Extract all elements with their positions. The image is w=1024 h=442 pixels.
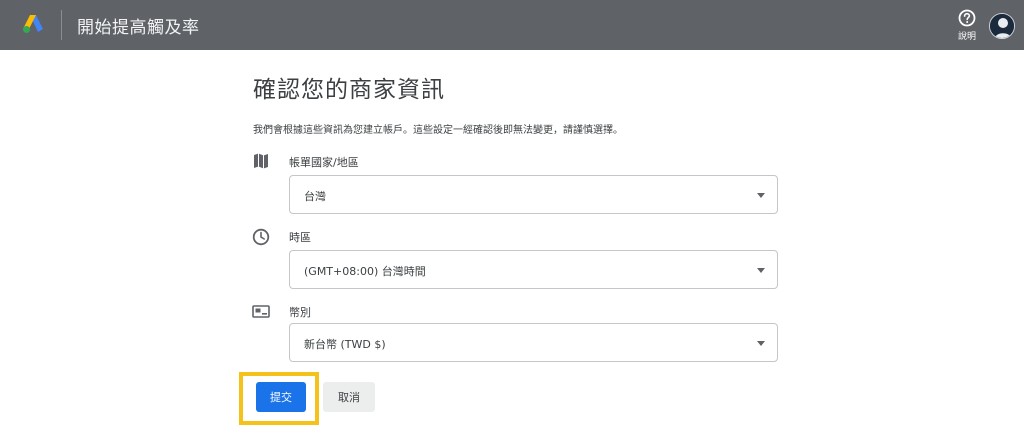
header-divider (61, 10, 62, 40)
help-label: 說明 (957, 32, 976, 42)
app-title: 開始提高觸及率 (77, 18, 200, 38)
submit-button[interactable]: 提交 (256, 382, 306, 412)
currency-value: 新台幣 (TWD $) (304, 338, 386, 351)
country-value: 台灣 (304, 190, 326, 203)
help-button[interactable]: 說明 (955, 9, 979, 42)
chevron-down-icon (757, 341, 765, 346)
help-circle-icon (958, 9, 976, 27)
top-app-bar: 開始提高觸及率 說明 (0, 0, 1024, 50)
country-select[interactable]: 台灣 (289, 175, 778, 214)
google-ads-logo[interactable] (22, 14, 44, 34)
account-avatar[interactable] (989, 13, 1015, 39)
country-label: 帳單國家/地區 (289, 156, 359, 169)
clock-icon (252, 228, 270, 246)
page-title: 確認您的商家資訊 (253, 77, 445, 103)
chevron-down-icon (757, 268, 765, 273)
timezone-label: 時區 (289, 231, 311, 244)
avatar-icon (990, 14, 1014, 38)
map-icon (254, 153, 268, 169)
currency-icon (252, 305, 270, 318)
currency-label: 幣別 (289, 306, 311, 319)
timezone-value: (GMT+08:00) 台灣時間 (304, 265, 426, 278)
timezone-select[interactable]: (GMT+08:00) 台灣時間 (289, 250, 778, 289)
cancel-button[interactable]: 取消 (323, 382, 375, 412)
currency-select[interactable]: 新台幣 (TWD $) (289, 323, 778, 362)
info-notice: 我們會根據這些資訊為您建立帳戶。這些設定一經確認後即無法變更，請謹慎選擇。 (253, 125, 623, 136)
chevron-down-icon (757, 193, 765, 198)
